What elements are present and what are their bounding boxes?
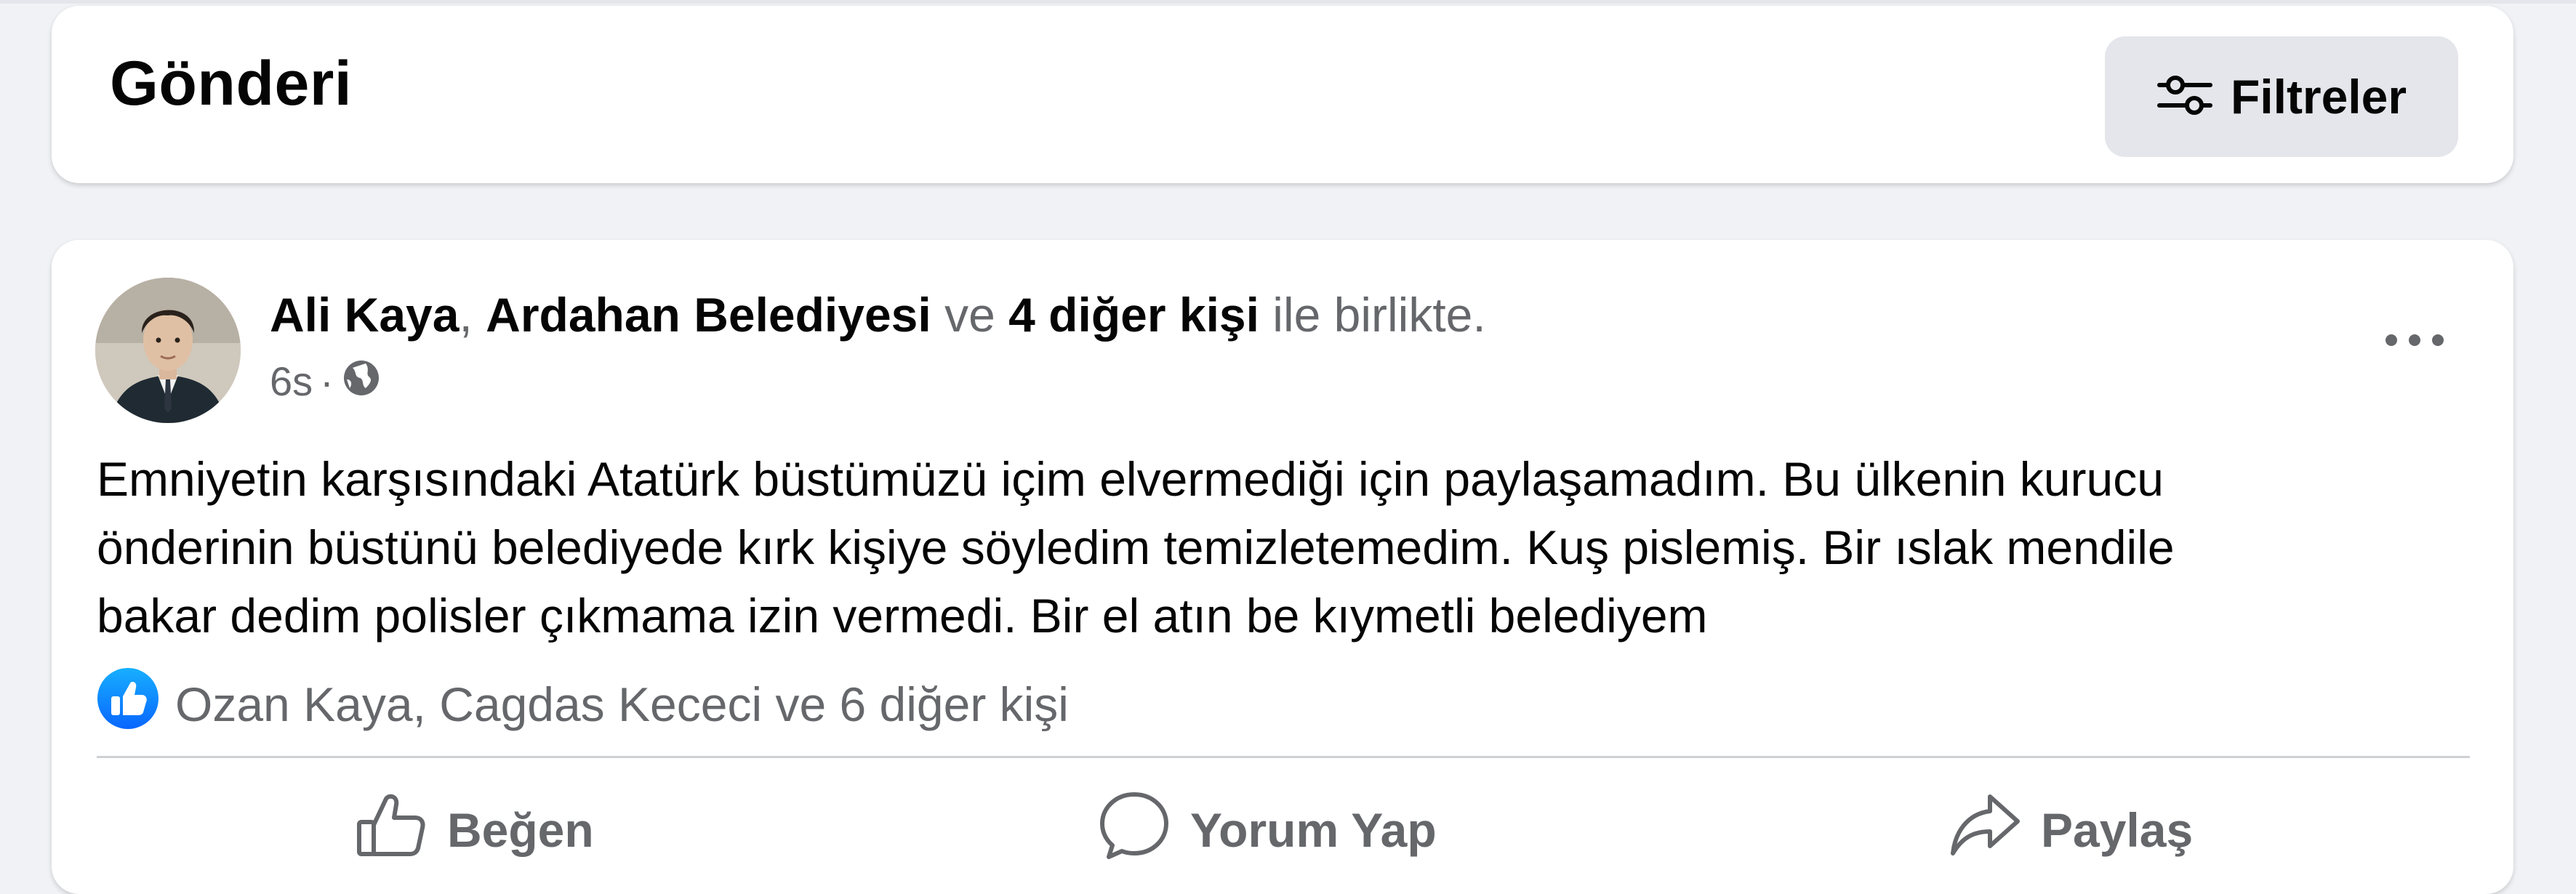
filters-button-label: Filtreler [2230, 70, 2407, 124]
share-button-label: Paylaş [2041, 803, 2194, 857]
share-button[interactable]: Paylaş [1949, 786, 2193, 874]
sliders-icon [2156, 73, 2213, 121]
tagged-others-link[interactable]: 4 diğer kişi [1008, 288, 1259, 342]
like-reaction-icon [97, 667, 159, 741]
like-button-label: Beğen [447, 803, 594, 857]
reactions-text: Ozan Kaya, Cagdas Kececi ve 6 diğer kişi [175, 677, 1069, 731]
filters-button[interactable]: Filtreler [2105, 36, 2458, 157]
top-edge [0, 0, 2576, 4]
actions-divider [97, 756, 2470, 758]
tag-suffix: ile birlikte. [1272, 288, 1486, 342]
meta-dot: · [320, 358, 334, 404]
post-text-line: Emniyetin karşısındaki Atatürk büstümüzü… [97, 452, 2164, 506]
avatar[interactable] [95, 278, 241, 423]
tagged-page-link[interactable]: Ardahan Belediyesi [486, 288, 931, 342]
reactions-summary[interactable]: Ozan Kaya, Cagdas Kececi ve 6 diğer kişi [97, 667, 1069, 741]
more-horizontal-icon [2384, 333, 2445, 351]
author-name-link[interactable]: Ali Kaya [270, 288, 459, 342]
author-separator: , [459, 288, 473, 342]
globe-icon [341, 358, 382, 405]
comment-button[interactable]: Yorum Yap [1099, 786, 1437, 874]
comment-bubble-icon [1099, 790, 1170, 871]
tag-connector: ve [944, 288, 995, 342]
comment-button-label: Yorum Yap [1190, 803, 1437, 857]
post-options-button[interactable] [2364, 313, 2465, 371]
post-timestamp[interactable]: 6s [270, 361, 313, 402]
thumbs-up-icon [356, 792, 427, 869]
post-card: Ali Kaya, Ardahan Belediyesi ve 4 diğer … [52, 240, 2513, 894]
page-title: Gönderi [110, 49, 353, 118]
header-card: Gönderi Filtreler [52, 6, 2513, 183]
like-button[interactable]: Beğen [356, 786, 594, 874]
post-body: Emniyetin karşısındaki Atatürk büstümüzü… [97, 445, 2489, 650]
post-text-line: bakar dedim polisler çıkmama izin vermed… [97, 589, 1708, 643]
post-meta: 6s · [270, 358, 382, 405]
post-author-line: Ali Kaya, Ardahan Belediyesi ve 4 diğer … [270, 291, 1486, 339]
share-arrow-icon [1949, 792, 2021, 869]
post-text-line: önderinin büstünü belediyede kırk kişiye… [97, 520, 2175, 574]
